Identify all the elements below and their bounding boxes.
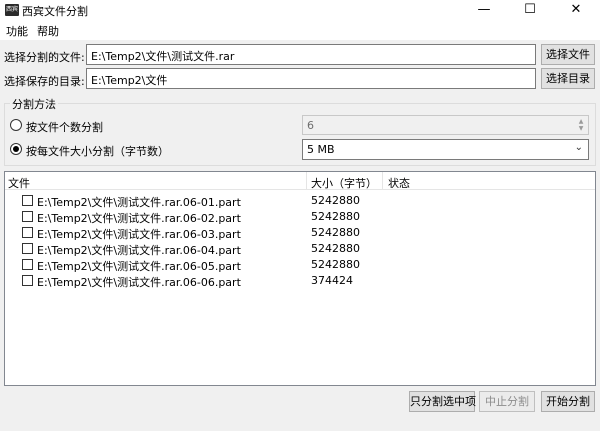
table-row[interactable]: E:\Temp2\文件\测试文件.rar.06-04.part 5242880: [5, 241, 595, 257]
size-combobox[interactable]: 5 MB ⌄: [302, 139, 589, 160]
row-file-size: 5242880: [311, 210, 360, 223]
by-count-label[interactable]: 按文件个数分割: [26, 119, 103, 135]
choose-dir-button[interactable]: 选择目录: [541, 68, 595, 89]
source-file-label: 选择分割的文件:: [4, 51, 85, 64]
row-file-name: E:\Temp2\文件\测试文件.rar.06-06.part: [37, 276, 241, 289]
title-bar: 西宾 西宾文件分割 — ☐ ✕: [0, 0, 600, 20]
split-selected-button[interactable]: 只分割选中项: [409, 391, 476, 412]
window-title: 西宾文件分割: [22, 5, 88, 18]
row-checkbox[interactable]: [22, 243, 33, 254]
row-file-size: 5242880: [311, 242, 360, 255]
count-value: 6: [307, 119, 314, 132]
minimize-button[interactable]: —: [461, 0, 507, 20]
table-row[interactable]: E:\Temp2\文件\测试文件.rar.06-06.part 374424: [5, 273, 595, 289]
start-split-button[interactable]: 开始分割: [541, 391, 595, 412]
row-file-name: E:\Temp2\文件\测试文件.rar.06-03.part: [37, 228, 241, 241]
row-file-name: E:\Temp2\文件\测试文件.rar.06-04.part: [37, 244, 241, 257]
source-file-input[interactable]: E:\Temp2\文件\测试文件.rar: [86, 44, 536, 65]
row-file-size: 5242880: [311, 226, 360, 239]
row-file-size: 5242880: [311, 194, 360, 207]
table-row[interactable]: E:\Temp2\文件\测试文件.rar.06-03.part 5242880: [5, 225, 595, 241]
row-file-size: 5242880: [311, 258, 360, 271]
menu-help[interactable]: 帮助: [37, 23, 59, 39]
row-checkbox[interactable]: [22, 275, 33, 286]
spin-arrows-icon[interactable]: ▲ ▼: [576, 118, 586, 132]
column-divider[interactable]: [382, 172, 383, 190]
close-button[interactable]: ✕: [553, 0, 599, 20]
maximize-button[interactable]: ☐: [507, 0, 553, 20]
row-file-name: E:\Temp2\文件\测试文件.rar.06-02.part: [37, 212, 241, 225]
row-checkbox[interactable]: [22, 227, 33, 238]
file-list[interactable]: 文件 大小（字节） 状态 E:\Temp2\文件\测试文件.rar.06-01.…: [4, 171, 596, 386]
column-size[interactable]: 大小（字节）: [311, 175, 377, 191]
by-size-label[interactable]: 按每文件大小分割（字节数）: [26, 143, 169, 159]
table-row[interactable]: E:\Temp2\文件\测试文件.rar.06-01.part 5242880: [5, 193, 595, 209]
radio-by-size[interactable]: [10, 143, 22, 155]
menu-bar: 功能 帮助: [0, 20, 600, 40]
row-file-name: E:\Temp2\文件\测试文件.rar.06-05.part: [37, 260, 241, 273]
choose-file-button[interactable]: 选择文件: [541, 44, 595, 65]
app-icon: 西宾: [5, 4, 19, 16]
column-status[interactable]: 状态: [388, 175, 410, 191]
row-checkbox[interactable]: [22, 195, 33, 206]
column-file[interactable]: 文件: [8, 175, 30, 191]
row-file-size: 374424: [311, 274, 353, 287]
row-checkbox[interactable]: [22, 211, 33, 222]
chevron-down-icon[interactable]: ⌄: [575, 142, 583, 153]
count-spinbox[interactable]: 6 ▲ ▼: [302, 115, 589, 135]
row-file-name: E:\Temp2\文件\测试文件.rar.06-01.part: [37, 196, 241, 209]
radio-by-count[interactable]: [10, 119, 22, 131]
menu-function[interactable]: 功能: [6, 23, 28, 39]
file-list-header: 文件 大小（字节） 状态: [5, 172, 595, 190]
table-row[interactable]: E:\Temp2\文件\测试文件.rar.06-02.part 5242880: [5, 209, 595, 225]
target-dir-label: 选择保存的目录:: [4, 75, 85, 88]
row-checkbox[interactable]: [22, 259, 33, 270]
column-divider[interactable]: [306, 172, 307, 190]
target-dir-input[interactable]: E:\Temp2\文件: [86, 68, 536, 89]
split-method-title: 分割方法: [10, 96, 58, 112]
table-row[interactable]: E:\Temp2\文件\测试文件.rar.06-05.part 5242880: [5, 257, 595, 273]
size-value: 5 MB: [307, 143, 335, 156]
stop-split-button[interactable]: 中止分割: [479, 391, 535, 412]
